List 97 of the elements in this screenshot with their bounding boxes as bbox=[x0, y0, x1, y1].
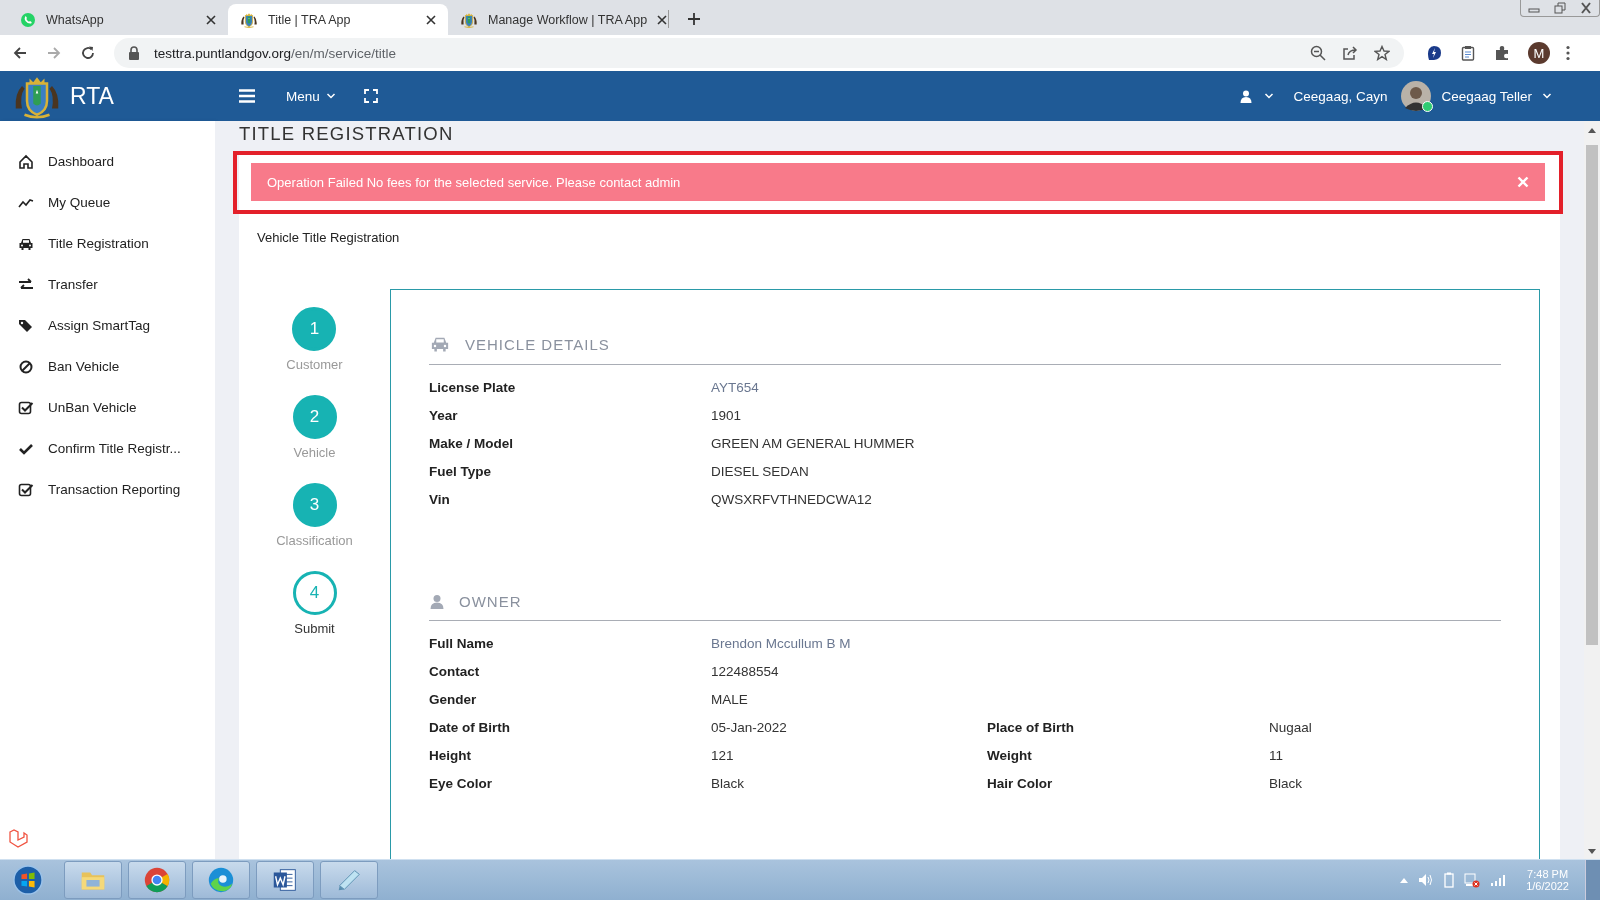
field-value: 11 bbox=[1269, 747, 1283, 763]
zoom-out-icon[interactable] bbox=[1310, 45, 1326, 61]
new-tab-plus-icon[interactable] bbox=[687, 12, 701, 26]
page-title: TITLE REGISTRATION bbox=[239, 123, 455, 145]
fullscreen-icon[interactable] bbox=[363, 89, 378, 103]
puzzle-piece-icon[interactable] bbox=[1494, 45, 1510, 61]
step-label: Classification bbox=[276, 533, 353, 548]
field-label: Gender bbox=[429, 691, 477, 707]
close-icon[interactable] bbox=[206, 14, 216, 25]
tab-title: Manage Workflow | TRA App bbox=[488, 12, 648, 27]
field-value: DIESEL SEDAN bbox=[711, 463, 809, 479]
step-label: Submit bbox=[294, 621, 335, 636]
bolt-badge-icon[interactable] bbox=[1426, 45, 1442, 61]
close-icon[interactable] bbox=[657, 14, 668, 25]
field-label: Eye Color bbox=[429, 775, 493, 791]
field-value: 121 bbox=[711, 747, 734, 763]
field-link[interactable]: AYT654 bbox=[711, 379, 759, 395]
start-orb-icon bbox=[13, 865, 43, 895]
star-icon[interactable] bbox=[1374, 45, 1390, 61]
home-icon bbox=[18, 153, 34, 170]
ban-icon bbox=[18, 358, 34, 375]
field-label: Fuel Type bbox=[429, 463, 491, 479]
clipboard-icon[interactable] bbox=[1460, 45, 1476, 61]
field-value: Black bbox=[711, 775, 744, 791]
field-value: QWSXRFVTHNEDCWA12 bbox=[711, 491, 872, 507]
field-value: 122488554 bbox=[711, 663, 779, 679]
browser-tab[interactable]: Manage Workflow | TRA App bbox=[448, 4, 668, 35]
chat-bubble-icon bbox=[20, 11, 36, 28]
more-menu-icon[interactable] bbox=[1566, 45, 1570, 61]
sidebar-item[interactable]: Transaction Reporting bbox=[0, 469, 215, 510]
field-value: 05-Jan-2022 bbox=[711, 719, 787, 735]
menu-dropdown[interactable]: Menu bbox=[282, 84, 340, 108]
role-dropdown[interactable]: Ceegaag Teller bbox=[1437, 84, 1556, 108]
step-label: Vehicle bbox=[293, 445, 336, 460]
address-field[interactable]: testtra.puntlandgov.org/en/m/service/title bbox=[114, 38, 1404, 68]
profile-avatar[interactable]: M bbox=[1528, 42, 1550, 64]
section-heading: VEHICLE DETAILS bbox=[465, 335, 610, 353]
back-arrow-icon[interactable] bbox=[12, 45, 28, 61]
share-icon[interactable] bbox=[1342, 45, 1358, 61]
tags-icon bbox=[18, 317, 34, 334]
tab-title: WhatsApp bbox=[46, 12, 105, 27]
field-label: Place of Birth bbox=[987, 719, 1075, 735]
field-link[interactable]: Brendon Mccullum B M bbox=[711, 635, 851, 651]
caret-icon bbox=[1263, 92, 1274, 100]
sidebar-item[interactable]: Title Registration bbox=[0, 223, 215, 264]
field-label: Year bbox=[429, 407, 458, 423]
field-label: Make / Model bbox=[429, 435, 514, 451]
field-label: Height bbox=[429, 747, 471, 763]
form-title: Vehicle Title Registration bbox=[257, 230, 401, 245]
scrollbar[interactable] bbox=[1584, 121, 1600, 859]
browser-tab[interactable]: WhatsApp bbox=[8, 4, 228, 35]
field-label: Date of Birth bbox=[429, 719, 510, 735]
alert-message: Operation Failed No fees for the selected service. Please contact admin bbox=[267, 174, 681, 190]
chrome-icon bbox=[142, 865, 172, 895]
user-icon bbox=[429, 593, 445, 610]
sidebar-item[interactable]: Confirm Title Registr... bbox=[0, 428, 215, 469]
sidebar-item[interactable]: UnBan Vehicle bbox=[0, 387, 215, 428]
checked-box-icon bbox=[18, 399, 34, 416]
tab-title: Title | TRA App bbox=[268, 12, 352, 27]
checked-box-icon bbox=[18, 481, 34, 498]
sidebar-item[interactable]: Transfer bbox=[0, 264, 215, 305]
brand-name: RTA bbox=[70, 82, 114, 110]
scroll-down-icon[interactable] bbox=[1588, 849, 1596, 855]
user-icon bbox=[1239, 89, 1252, 103]
edge-icon bbox=[206, 865, 236, 895]
sidebar-item[interactable]: Assign SmartTag bbox=[0, 305, 215, 346]
field-label: Weight bbox=[987, 747, 1032, 763]
field-value: GREEN AM GENERAL HUMMER bbox=[711, 435, 915, 451]
browser-tab[interactable]: Title | TRA App bbox=[228, 4, 448, 35]
network-warning-icon[interactable] bbox=[1464, 872, 1481, 888]
field-value: Nugaal bbox=[1269, 719, 1312, 735]
section-heading: OWNER bbox=[459, 593, 522, 610]
sidebar-item[interactable]: Dashboard bbox=[0, 141, 215, 182]
scroll-up-icon[interactable] bbox=[1588, 127, 1596, 133]
laravel-logo-icon bbox=[8, 829, 28, 849]
reload-icon[interactable] bbox=[80, 45, 96, 61]
field-label: Vin bbox=[429, 491, 450, 507]
menu-icon[interactable] bbox=[238, 88, 256, 104]
lock-icon bbox=[128, 46, 140, 60]
sidebar-item[interactable]: Ban Vehicle bbox=[0, 346, 215, 387]
field-label: Contact bbox=[429, 663, 480, 679]
caret-icon bbox=[325, 92, 336, 100]
user-name: Ceegaag, Cayn bbox=[1293, 88, 1388, 104]
close-icon[interactable] bbox=[426, 14, 436, 25]
field-label: License Plate bbox=[429, 379, 516, 395]
field-label: Full Name bbox=[429, 635, 494, 651]
step-label: Customer bbox=[286, 357, 343, 372]
chrome-taskbar-button[interactable] bbox=[128, 861, 186, 899]
scroll-thumb[interactable] bbox=[1586, 145, 1598, 645]
field-label: Hair Color bbox=[987, 775, 1053, 791]
avatar bbox=[1401, 81, 1432, 111]
field-value: MALE bbox=[711, 691, 748, 707]
field-value: 1901 bbox=[711, 407, 742, 423]
field-value: Black bbox=[1269, 775, 1302, 791]
caret-icon bbox=[1542, 92, 1552, 100]
document-app-taskbar-button[interactable] bbox=[256, 861, 314, 899]
sidebar-item[interactable]: My Queue bbox=[0, 182, 215, 223]
